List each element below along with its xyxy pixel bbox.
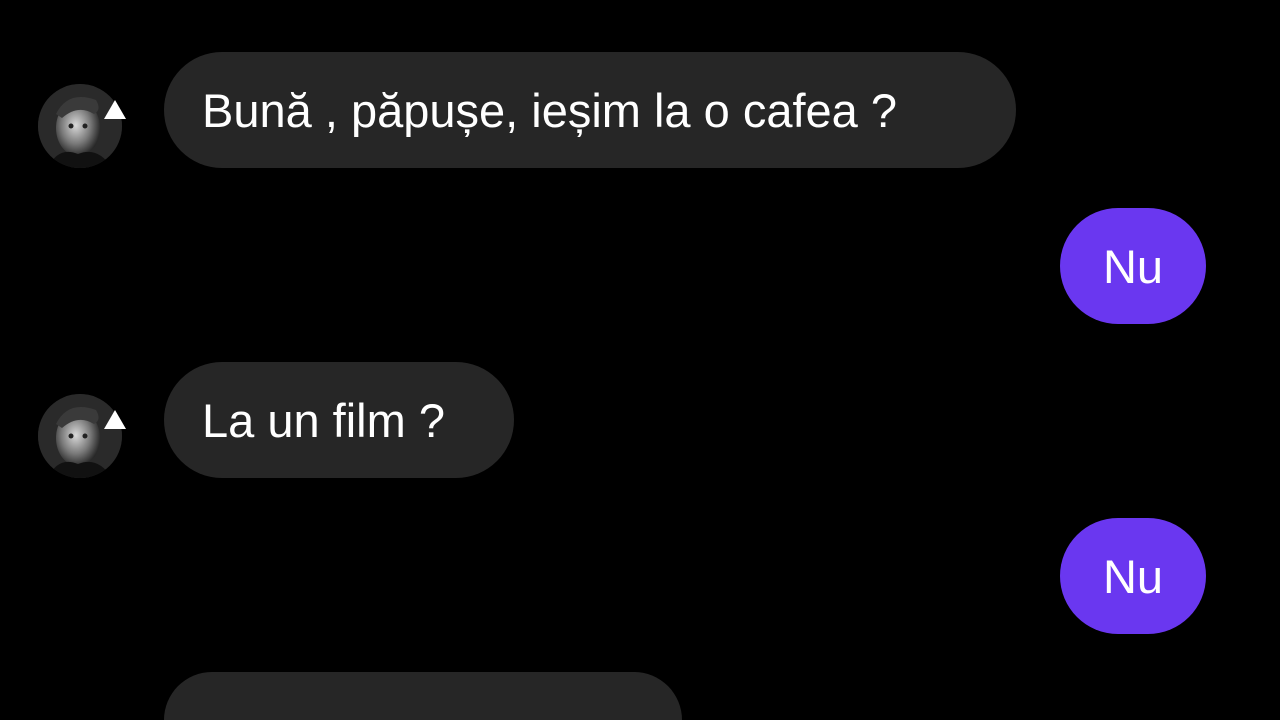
outgoing-message-bubble[interactable]: Nu [1060,518,1206,634]
incoming-message-bubble[interactable]: La un film ? [164,362,514,478]
message-text: Bună , păpușe, ieșim la o cafea ? [202,83,897,137]
chat-thread: Bună , păpușe, ieșim la o cafea ? Nu La … [0,0,1280,720]
message-text: Nu [1102,239,1164,293]
online-indicator-icon [104,100,126,119]
contact-avatar[interactable] [38,394,122,478]
incoming-message-bubble[interactable] [164,672,682,720]
contact-avatar[interactable] [38,84,122,168]
online-indicator-icon [104,410,126,429]
message-text: La un film ? [202,393,445,447]
contact-photo-icon [38,394,122,478]
message-text: Nu [1102,549,1164,603]
incoming-message-bubble[interactable]: Bună , păpușe, ieșim la o cafea ? [164,52,1016,168]
outgoing-message-bubble[interactable]: Nu [1060,208,1206,324]
contact-photo-icon [38,84,122,168]
